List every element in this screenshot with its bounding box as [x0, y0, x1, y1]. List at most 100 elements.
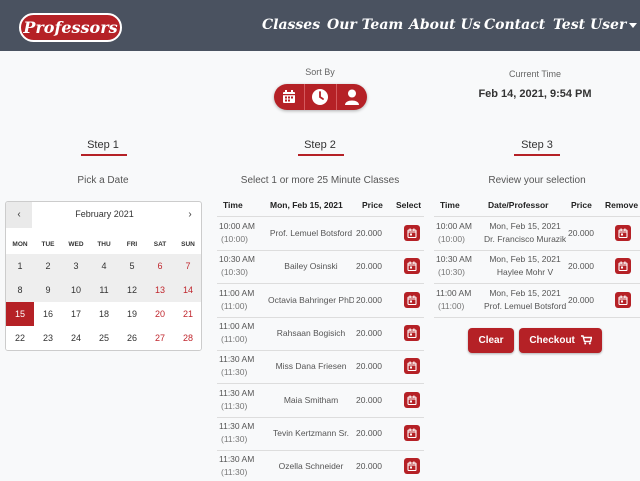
- calendar-day[interactable]: 8: [6, 278, 34, 302]
- class-time: 11:30 AM: [219, 387, 255, 398]
- current-time-label: Current Time: [508, 69, 561, 79]
- weekday-header: TUE: [41, 241, 55, 248]
- select-class-button[interactable]: [404, 291, 420, 308]
- row-divider: [217, 250, 424, 251]
- select-class-button[interactable]: [404, 258, 420, 275]
- calendar-day[interactable]: 24: [62, 326, 90, 350]
- selected-time-sub: (10:00): [438, 234, 465, 244]
- row-divider: [217, 416, 424, 418]
- calendar-day[interactable]: 26: [118, 326, 146, 350]
- selected-price: 20.000: [568, 228, 594, 238]
- class-price: 20.000: [356, 461, 382, 472]
- selected-date: Mon, Feb 15, 2021: [489, 287, 561, 298]
- sort-by-professor-button[interactable]: [337, 84, 367, 110]
- row-divider: [217, 383, 424, 385]
- calendar-day[interactable]: 10: [62, 278, 90, 302]
- sort-button-group: [274, 84, 367, 110]
- weekday-header: FRI: [126, 241, 138, 248]
- select-class-button[interactable]: [404, 424, 420, 441]
- selection-header: Date/Professor: [488, 200, 549, 210]
- calendar-day[interactable]: 6: [146, 254, 174, 278]
- calendar-day[interactable]: 4: [90, 254, 118, 278]
- remove-class-button[interactable]: [615, 225, 631, 241]
- user-menu[interactable]: Test User: [553, 17, 638, 33]
- calendar-day[interactable]: 27: [146, 326, 174, 350]
- clear-button[interactable]: Clear: [468, 328, 514, 353]
- next-month-button[interactable]: ›: [177, 202, 201, 228]
- calendar-day[interactable]: 13: [146, 278, 174, 302]
- step-1-title: Step 1: [87, 139, 119, 151]
- calendar-day[interactable]: 25: [90, 326, 118, 350]
- calendar-day[interactable]: 19: [118, 302, 146, 326]
- select-class-button[interactable]: [404, 324, 420, 341]
- calendar-day[interactable]: 2: [34, 254, 62, 278]
- nav-link-classes[interactable]: Classes: [262, 17, 320, 33]
- calendar-plus-icon: [407, 361, 417, 372]
- weekday-header: THU: [97, 241, 111, 248]
- class-time-sub: (10:30): [221, 267, 248, 278]
- calendar-day[interactable]: 3: [62, 254, 90, 278]
- class-price: 20.000: [356, 261, 382, 272]
- checkout-button[interactable]: Checkout: [519, 328, 602, 353]
- calendar-day[interactable]: 5: [118, 254, 146, 278]
- nav-link-our-team[interactable]: Our Team: [327, 17, 403, 33]
- calendar-day[interactable]: 11: [90, 278, 118, 302]
- calendar-day[interactable]: 7: [174, 254, 201, 278]
- calendar-day-selected[interactable]: 15: [6, 302, 34, 326]
- remove-class-button[interactable]: [615, 258, 631, 275]
- class-professor: Prof. Lemuel Botsford: [269, 228, 353, 238]
- calendar-day[interactable]: 23: [34, 326, 62, 350]
- class-price: 20.000: [356, 327, 382, 338]
- class-time-sub: (11:00): [221, 300, 248, 311]
- calendar-plus-icon: [407, 428, 417, 438]
- calendar-plus-icon: [407, 461, 417, 472]
- calendar-icon: [283, 90, 296, 103]
- class-time: 10:00 AM: [219, 221, 255, 231]
- nav-link-contact[interactable]: Contact: [484, 17, 545, 33]
- header-divider: [217, 216, 424, 217]
- previous-month-button[interactable]: ‹: [6, 202, 32, 228]
- class-professor: Octavia Bahringer PhD: [268, 294, 354, 305]
- step-3-title: Step 3: [521, 139, 553, 151]
- class-time-sub: (11:00): [221, 333, 248, 344]
- select-class-button[interactable]: [404, 358, 420, 375]
- step-3-subtitle: Review your selection: [488, 175, 586, 186]
- calendar-day[interactable]: 17: [62, 302, 90, 326]
- classes-header: Time: [223, 200, 243, 210]
- sort-by-date-button[interactable]: [274, 84, 306, 110]
- calendar-day[interactable]: 22: [6, 326, 34, 350]
- calendar-day[interactable]: 14: [174, 278, 201, 302]
- calendar-day[interactable]: 18: [90, 302, 118, 326]
- calendar-day[interactable]: 12: [118, 278, 146, 302]
- calendar-day[interactable]: 28: [174, 326, 201, 350]
- calendar-month-label: February 2021: [75, 209, 134, 219]
- nav-link-about-us[interactable]: About Us: [409, 17, 481, 33]
- weekday-header: WED: [68, 241, 84, 248]
- calendar-day[interactable]: 21: [174, 302, 201, 326]
- select-class-button[interactable]: [404, 225, 420, 241]
- calendar-day[interactable]: 20: [146, 302, 174, 326]
- selected-price: 20.000: [568, 294, 594, 305]
- class-professor: Ozella Schneider: [278, 461, 344, 472]
- calendar-day[interactable]: 1: [6, 254, 34, 278]
- class-price: 20.000: [356, 427, 382, 438]
- calendar-day[interactable]: 9: [34, 278, 62, 302]
- select-class-button[interactable]: [404, 391, 420, 408]
- current-time-value: Feb 14, 2021, 9:54 PM: [478, 88, 592, 100]
- calendar-day[interactable]: 16: [34, 302, 62, 326]
- selected-time: 11:00 AM: [436, 287, 472, 298]
- brand-logo[interactable]: Professors: [19, 13, 122, 42]
- class-time-sub: (11:30): [221, 367, 248, 378]
- select-class-button[interactable]: [404, 458, 420, 475]
- selected-date: Mon, Feb 15, 2021: [489, 254, 561, 265]
- class-professor: Rahsaan Bogisich: [276, 327, 346, 338]
- step-2-underline: [298, 154, 344, 156]
- selected-time-sub: (11:00): [438, 300, 465, 311]
- remove-class-button[interactable]: [615, 291, 631, 308]
- calendar-plus-icon: [407, 228, 417, 238]
- sort-by-time-button[interactable]: [305, 84, 337, 110]
- classes-header: Mon, Feb 15, 2021: [270, 200, 343, 210]
- selected-time-sub: (10:30): [438, 267, 465, 278]
- row-divider: [434, 316, 640, 318]
- sort-label: Sort By: [305, 67, 335, 77]
